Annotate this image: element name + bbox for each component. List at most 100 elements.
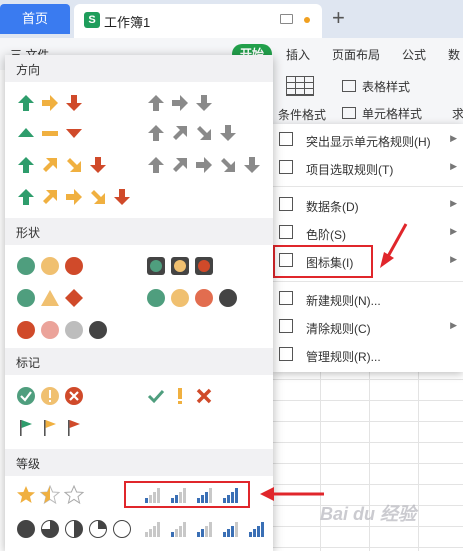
circle-salmon-icon	[195, 289, 213, 307]
iconset-3-arrows-gray[interactable]	[146, 93, 214, 113]
tab-page-layout[interactable]: 页面布局	[332, 46, 380, 63]
iconset-4-traffic-lights[interactable]	[146, 288, 238, 308]
arrow-up-gray-icon	[148, 125, 164, 141]
iconset-3-traffic-lights[interactable]	[16, 256, 84, 276]
iconset-5-arrows-colored[interactable]	[16, 187, 132, 207]
monitor-icon[interactable]	[280, 14, 293, 24]
arrow-right-orange-icon	[42, 95, 58, 111]
bars-iconset-highlight-box	[124, 481, 250, 508]
circle-half-icon	[65, 520, 83, 538]
iconset-3-triangles[interactable]	[16, 123, 84, 143]
iconset-4-arrows-colored[interactable]	[16, 155, 108, 175]
arrow-up-green-icon	[18, 189, 34, 205]
table-style-button[interactable]: 表格样式	[362, 78, 410, 95]
menu-manage-rules[interactable]: 管理规则(R)...	[272, 341, 463, 369]
highlight-rules-icon	[279, 132, 293, 146]
new-tab-plus-icon[interactable]: +	[332, 5, 345, 31]
document-tab[interactable]: S 工作簿1	[74, 4, 322, 38]
circle-red-icon	[17, 321, 35, 339]
iconset-3-signs[interactable]	[16, 288, 84, 308]
signal-bars-0-icon	[145, 522, 160, 537]
arrow-right-gray-icon	[196, 157, 212, 173]
circle-quarter-icon	[89, 520, 107, 538]
dash-orange-icon	[42, 131, 58, 136]
submenu-arrow-icon: ▶	[450, 198, 457, 208]
section-shapes: 形状	[5, 218, 273, 245]
data-bars-icon	[279, 197, 293, 211]
arrow-downright-gray-icon	[197, 126, 211, 140]
menu-clear-rules[interactable]: 清除规则(C) ▶	[272, 313, 463, 341]
menu-data-bars[interactable]: 数据条(D) ▶	[272, 191, 463, 219]
circle-black-icon	[219, 289, 237, 307]
sum-button[interactable]: 求	[452, 105, 463, 122]
menu-label: 新建规则(N)...	[306, 294, 381, 308]
table-style-icon	[342, 80, 356, 92]
tab-data[interactable]: 数	[448, 46, 460, 63]
conditional-format-icon[interactable]	[286, 76, 314, 96]
traffic-light-red-icon	[195, 257, 213, 275]
traffic-light-green-icon	[147, 257, 165, 275]
iconset-5-arrows-gray[interactable]	[146, 155, 262, 175]
menu-color-scales[interactable]: 色阶(S) ▶	[272, 219, 463, 247]
iconset-3-traffic-lights-rimmed[interactable]	[146, 256, 214, 276]
menu-new-rule[interactable]: 新建规则(N)...	[272, 285, 463, 313]
submenu-arrow-icon: ▶	[450, 161, 457, 171]
exclamation-icon	[178, 388, 182, 404]
conditional-format-button[interactable]: 条件格式	[278, 106, 326, 123]
new-rule-icon	[279, 291, 293, 305]
section-ratings: 等级	[5, 449, 273, 476]
arrow-downright-orange-icon	[67, 158, 81, 172]
color-scale-icon	[279, 225, 293, 239]
circle-gray-icon	[65, 321, 83, 339]
traffic-light-yellow-icon	[171, 257, 189, 275]
red-annotation-arrow-icon	[380, 223, 408, 268]
menu-highlight-cell-rules[interactable]: 突出显示单元格规则(H) ▶	[272, 126, 463, 154]
document-title: 工作簿1	[104, 15, 151, 30]
icon-sets-highlight-box	[273, 245, 373, 278]
arrow-upright-orange-icon	[43, 190, 57, 204]
arrow-downright-gray-icon	[221, 158, 235, 172]
iconset-4-arrows-gray[interactable]	[146, 123, 238, 143]
iconset-3-symbols[interactable]	[146, 386, 214, 406]
section-directional: 方向	[5, 55, 273, 82]
tab-formula[interactable]: 公式	[402, 46, 426, 63]
arrow-right-gray-icon	[172, 95, 188, 111]
circle-red-icon	[65, 257, 83, 275]
signal-bars-4-icon	[249, 522, 264, 537]
star-full-icon	[17, 486, 35, 503]
iconset-5-bars[interactable]	[143, 519, 267, 539]
iconset-3-symbols-circled[interactable]	[16, 386, 84, 406]
menu-divider	[272, 186, 463, 187]
menu-divider	[272, 281, 463, 282]
menu-label: 管理规则(R)...	[306, 350, 381, 364]
diamond-red-icon	[65, 289, 83, 307]
iconset-3-stars[interactable]	[16, 485, 84, 505]
menu-label: 突出显示单元格规则(H)	[306, 135, 431, 149]
circle-green-icon	[17, 289, 35, 307]
home-tab[interactable]: 首页	[0, 4, 70, 34]
arrow-up-gray-icon	[148, 157, 164, 173]
iconset-5-quarters[interactable]	[16, 519, 132, 539]
cell-style-button[interactable]: 单元格样式	[362, 105, 422, 122]
iconset-3-flags[interactable]	[16, 418, 84, 438]
flag-green-icon	[20, 420, 32, 436]
star-empty-icon	[64, 485, 84, 505]
iconset-4-red-to-black[interactable]	[16, 320, 108, 340]
iconset-3-arrows-colored[interactable]	[16, 93, 84, 113]
arrow-downright-orange-icon	[91, 190, 105, 204]
signal-bars-2-icon	[197, 522, 212, 537]
manage-rules-icon	[279, 347, 293, 361]
tab-insert[interactable]: 插入	[286, 46, 310, 63]
clear-rules-icon	[279, 319, 293, 333]
watermark: Bai du 经验	[320, 504, 417, 524]
arrow-upright-orange-icon	[43, 158, 57, 172]
submenu-arrow-icon: ▶	[450, 254, 457, 264]
triangle-down-red-icon	[66, 129, 82, 138]
check-icon	[147, 389, 165, 404]
arrow-down-red-icon	[90, 157, 106, 173]
menu-top-bottom-rules[interactable]: 项目选取规则(T) ▶	[272, 154, 463, 182]
unsaved-dot-icon	[304, 17, 310, 23]
circle-yellow-icon	[171, 289, 189, 307]
circle-yellow-icon	[41, 257, 59, 275]
section-label: 形状	[16, 226, 41, 240]
